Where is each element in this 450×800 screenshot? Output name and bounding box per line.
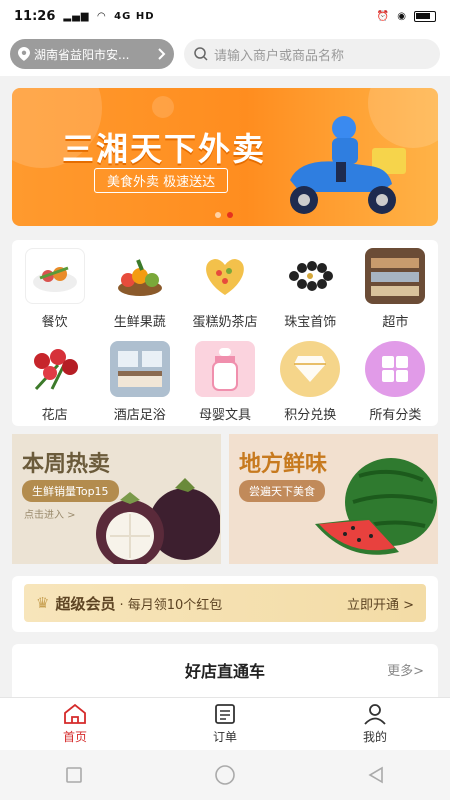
hotel-room-icon <box>109 341 170 397</box>
back-icon[interactable] <box>367 766 385 784</box>
category-points-exchange[interactable]: 积分兑换 <box>268 337 353 430</box>
chevron-right-icon <box>158 48 166 60</box>
tab-label: 订单 <box>212 730 237 744</box>
category-label: 蛋糕奶茶店 <box>192 315 258 330</box>
status-network: 4G HD <box>114 10 155 22</box>
search-placeholder: 请输入商户或商品名称 <box>214 48 345 64</box>
category-jewelry[interactable]: 珠宝首饰 <box>268 244 353 337</box>
category-label: 超市 <box>382 315 409 330</box>
bracelet-icon <box>280 248 341 304</box>
tab-label: 首页 <box>62 730 87 744</box>
tab-label: 我的 <box>362 730 387 744</box>
category-all[interactable]: 所有分类 <box>353 337 438 430</box>
category-cake-tea[interactable]: 蛋糕奶茶店 <box>182 244 267 337</box>
mangosteen-icon <box>96 478 220 564</box>
bottom-tab-bar: 首页 订单 我的 <box>0 697 450 750</box>
banner-pagination <box>215 212 233 218</box>
vip-description: · 每月领10个红包 <box>119 597 223 613</box>
watermelon-icon <box>315 458 437 555</box>
cake-icon <box>194 248 255 304</box>
pagination-dot-active[interactable] <box>227 212 233 218</box>
category-fresh-produce[interactable]: 生鲜果蔬 <box>97 244 182 337</box>
food-plate-icon <box>24 248 85 304</box>
grid-icon <box>365 341 426 397</box>
promo-banner[interactable]: 三湘天下外卖 美食外卖 极速送达 <box>12 88 438 226</box>
category-grid: 餐饮 生鲜果蔬 蛋糕奶茶店 珠宝首饰 超市 花店 酒店足浴 母婴文具 积分兑换 … <box>12 240 438 426</box>
lock-icon: ◉ <box>397 10 406 22</box>
tab-home[interactable]: 首页 <box>0 698 150 750</box>
status-bar: 11:26 ▂▄▆ ◠ 4G HD ⏰ ◉ <box>0 0 450 32</box>
category-label: 珠宝首饰 <box>284 315 337 330</box>
recent-apps-icon[interactable] <box>65 766 83 784</box>
order-icon <box>215 704 235 724</box>
banner-subtitle: 美食外卖 极速送达 <box>94 168 229 193</box>
local-flavor-card[interactable]: 地方鲜味 尝遍天下美食 <box>229 434 438 564</box>
category-label: 所有分类 <box>369 408 422 423</box>
category-hotel-spa[interactable]: 酒店足浴 <box>97 337 182 430</box>
category-label: 花店 <box>41 408 68 423</box>
home-icon <box>64 703 86 724</box>
weekly-hot-sale-card[interactable]: 本周热卖 生鲜销量Top15 点击进入 > <box>12 434 221 564</box>
vip-open-button[interactable]: 立即开通 > <box>347 594 414 613</box>
alarm-icon: ⏰ <box>376 10 390 22</box>
fruit-basket-icon <box>109 248 170 304</box>
pagination-dot[interactable] <box>215 212 221 218</box>
vip-banner[interactable]: ♛ 超级会员 · 每月领10个红包 立即开通 > <box>24 584 426 622</box>
system-navigation-bar <box>0 750 450 800</box>
tab-profile[interactable]: 我的 <box>300 698 450 750</box>
top-bar: 湖南省益阳市安... 请输入商户或商品名称 <box>0 32 450 76</box>
more-link[interactable]: 更多> <box>387 660 424 679</box>
battery-icon <box>414 10 436 22</box>
category-baby-stationery[interactable]: 母婴文具 <box>182 337 267 430</box>
vip-section: ♛ 超级会员 · 每月领10个红包 立即开通 > <box>12 576 438 632</box>
vip-name: 超级会员 <box>55 594 116 613</box>
category-label: 生鲜果蔬 <box>113 315 166 330</box>
category-label: 餐饮 <box>41 315 68 330</box>
roses-icon <box>24 341 85 397</box>
category-label: 酒店足浴 <box>113 408 166 423</box>
location-label: 湖南省益阳市安... <box>34 47 130 62</box>
wifi-icon: ◠ <box>97 10 107 22</box>
banner-title: 三湘天下外卖 <box>62 130 267 168</box>
baby-bottle-icon <box>194 341 255 397</box>
category-label: 积分兑换 <box>284 408 337 423</box>
status-time: 11:26 <box>14 8 56 24</box>
location-selector[interactable]: 湖南省益阳市安... <box>10 39 174 69</box>
store-section: 好店直通车 更多> <box>12 644 438 704</box>
shelves-icon <box>365 248 426 304</box>
profile-icon <box>364 704 386 725</box>
location-pin-icon <box>18 47 30 61</box>
home-button-icon[interactable] <box>214 764 236 786</box>
category-food[interactable]: 餐饮 <box>12 244 97 337</box>
category-flowers[interactable]: 花店 <box>12 337 97 430</box>
tab-orders[interactable]: 订单 <box>150 698 300 750</box>
category-supermarket[interactable]: 超市 <box>353 244 438 337</box>
section-title: 好店直通车 <box>184 662 265 681</box>
signal-icon: ▂▄▆ <box>63 10 90 22</box>
delivery-scooter-icon <box>290 116 406 214</box>
search-icon <box>194 47 208 61</box>
search-input[interactable]: 请输入商户或商品名称 <box>184 39 440 69</box>
crown-icon: ♛ <box>36 594 50 612</box>
promo-link[interactable]: 点击进入 > <box>24 506 76 521</box>
category-label: 母婴文具 <box>198 408 251 423</box>
diamond-icon <box>280 341 341 397</box>
